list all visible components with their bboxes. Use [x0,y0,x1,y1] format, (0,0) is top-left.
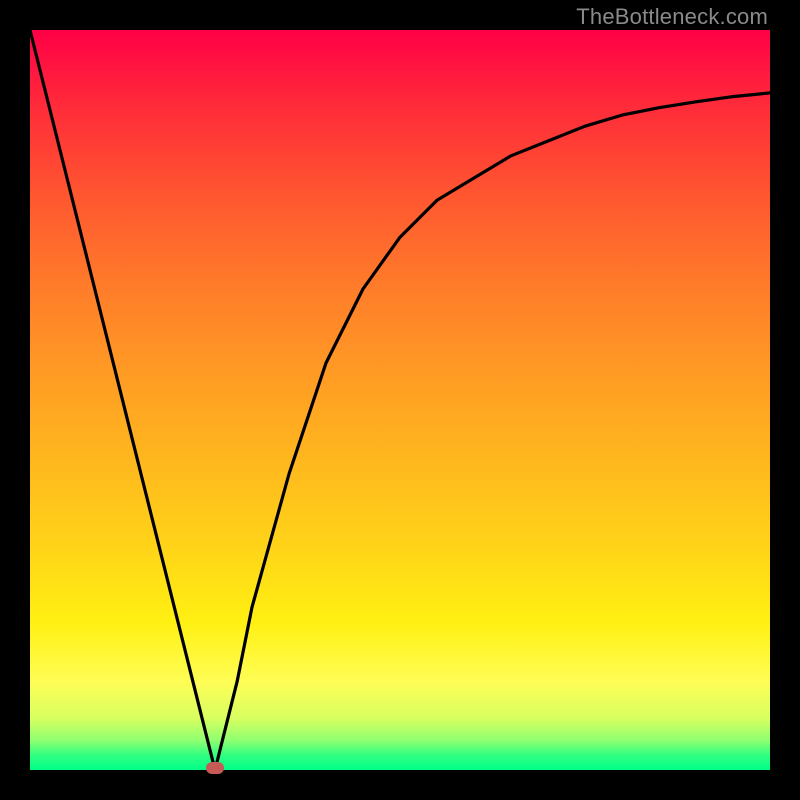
watermark-text: TheBottleneck.com [576,4,768,30]
chart-frame: TheBottleneck.com [0,0,800,800]
minimum-marker [206,762,224,774]
bottleneck-curve [30,30,770,770]
plot-area [30,30,770,770]
